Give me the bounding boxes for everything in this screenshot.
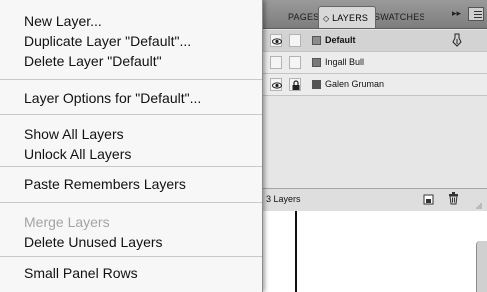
panel-tab-bar: PAGES ◇ LAYERS SWATCHES ▸▸ bbox=[262, 0, 487, 29]
menu-item-new-layer[interactable]: New Layer... bbox=[0, 11, 262, 31]
layer-count: 3 Layers bbox=[266, 194, 301, 204]
layer-name: Galen Gruman bbox=[325, 79, 385, 89]
lock-icon bbox=[292, 80, 300, 90]
tab-sort-icon: ◇ bbox=[323, 14, 330, 23]
lock-toggle[interactable] bbox=[289, 34, 301, 47]
menu-item-delete-unused-layers[interactable]: Delete Unused Layers bbox=[0, 232, 262, 252]
menu-section: New Layer... Duplicate Layer "Default"..… bbox=[0, 0, 262, 80]
menu-item-paste-remembers-layers[interactable]: Paste Remembers Layers bbox=[0, 174, 262, 194]
layer-row-galen-gruman[interactable]: Galen Gruman bbox=[262, 74, 487, 96]
menu-item-merge-layers: Merge Layers bbox=[24, 214, 110, 230]
panel-menu-button[interactable] bbox=[468, 7, 484, 21]
pen-icon bbox=[452, 33, 462, 47]
menu-item-show-all-layers[interactable]: Show All Layers bbox=[0, 124, 262, 144]
document-canvas bbox=[262, 211, 487, 292]
menu-section: Small Panel Rows bbox=[0, 257, 262, 292]
collapse-panel-icon[interactable]: ▸▸ bbox=[452, 8, 461, 19]
layer-row-ingall-bull[interactable]: Ingall Bull bbox=[262, 52, 487, 74]
resize-grip-icon[interactable] bbox=[476, 203, 482, 209]
menu-section: Paste Remembers Layers bbox=[0, 167, 262, 203]
layers-panel-menu: New Layer... Duplicate Layer "Default"..… bbox=[0, 0, 263, 292]
layer-list: Default Ingall Bull Galen Gruman bbox=[262, 30, 487, 96]
layer-color-swatch bbox=[312, 80, 321, 89]
layer-color-swatch bbox=[312, 58, 321, 67]
menu-section: Show All Layers Unlock All Layers bbox=[0, 115, 262, 167]
new-layer-icon[interactable] bbox=[423, 194, 434, 205]
menu-item-unlock-all-layers[interactable]: Unlock All Layers bbox=[0, 144, 262, 164]
vertical-scrollbar[interactable] bbox=[476, 241, 487, 292]
visibility-toggle[interactable] bbox=[270, 56, 282, 69]
menu-section: Merge Layers Delete Unused Layers bbox=[0, 203, 262, 257]
panel-footer: 3 Layers bbox=[262, 188, 487, 212]
menu-item-duplicate-layer[interactable]: Duplicate Layer "Default"... bbox=[0, 31, 262, 51]
tab-swatches[interactable]: SWATCHES bbox=[376, 6, 424, 28]
menu-item-small-panel-rows[interactable]: Small Panel Rows bbox=[0, 263, 262, 283]
lock-toggle[interactable] bbox=[289, 78, 301, 91]
menu-item-delete-layer[interactable]: Delete Layer "Default" bbox=[0, 51, 262, 71]
lock-toggle[interactable] bbox=[289, 56, 301, 69]
eye-icon bbox=[272, 82, 282, 89]
layers-panel: PAGES ◇ LAYERS SWATCHES ▸▸ Default Ingal… bbox=[262, 0, 487, 292]
visibility-toggle[interactable] bbox=[270, 34, 282, 47]
menu-section: Layer Options for "Default"... bbox=[0, 80, 262, 115]
page-edge bbox=[295, 211, 297, 292]
eye-icon bbox=[272, 38, 282, 45]
visibility-toggle[interactable] bbox=[270, 78, 282, 91]
tab-pages[interactable]: PAGES bbox=[284, 6, 319, 28]
layer-color-swatch bbox=[312, 36, 321, 45]
menu-item-layer-options[interactable]: Layer Options for "Default"... bbox=[0, 88, 262, 108]
layer-name: Default bbox=[325, 35, 356, 45]
layer-name: Ingall Bull bbox=[325, 57, 365, 67]
tab-layers-label: LAYERS bbox=[332, 13, 369, 23]
layer-row-default[interactable]: Default bbox=[262, 30, 487, 52]
trash-icon[interactable] bbox=[448, 192, 459, 205]
tab-layers[interactable]: ◇ LAYERS bbox=[318, 6, 376, 28]
